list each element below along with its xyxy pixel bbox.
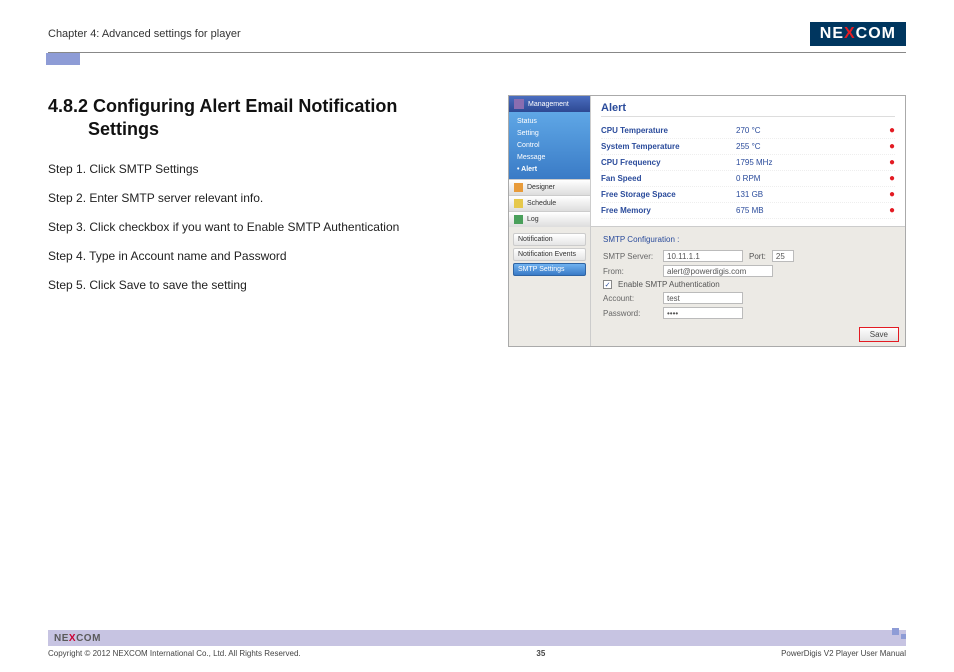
decor-square-small [901,634,906,639]
smtp-auth-checkbox[interactable]: ✓ [603,280,612,289]
sidebar-item-message[interactable]: Message [517,152,582,164]
designer-label: Designer [527,184,555,191]
embedded-screenshot: Management Status Setting Control Messag… [508,95,906,347]
metric-name: CPU Frequency [601,158,736,167]
step-4: Step 4. Type in Account name and Passwor… [48,249,448,263]
metric-val: 0 RPM [736,174,796,183]
section-heading-line2: Settings [48,118,448,141]
step-1: Step 1. Click SMTP Settings [48,162,448,176]
logo-text-x: X [844,25,856,43]
header-accent-block [46,53,80,65]
manual-name: PowerDigis V2 Player User Manual [781,649,906,658]
metric-val: 131 GB [736,190,796,199]
alert-icon[interactable]: ● [889,173,895,184]
metric-row-fan-speed: Fan Speed0 RPM ● [601,171,895,187]
metric-row-cpu-temp: CPU Temperature270 °C ● [601,123,895,139]
smtp-auth-label: Enable SMTP Authentication [618,280,720,289]
footer-logo-x: X [69,633,76,644]
log-icon [514,215,523,224]
metric-val: 255 °C [736,142,796,151]
page-number: 35 [536,649,545,658]
save-button[interactable]: Save [859,327,899,342]
metric-name: CPU Temperature [601,126,736,135]
metric-val: 675 MB [736,206,796,215]
metric-row-sys-temp: System Temperature255 °C ● [601,139,895,155]
sidebar-schedule-button[interactable]: Schedule [509,195,590,211]
sidebar-item-status[interactable]: Status [517,116,582,128]
smtp-password-input[interactable]: •••• [663,307,743,319]
metric-row-cpu-freq: CPU Frequency1795 MHz ● [601,155,895,171]
alert-icon[interactable]: ● [889,157,895,168]
chapter-title: Chapter 4: Advanced settings for player [48,28,241,40]
metric-val: 1795 MHz [736,158,796,167]
sidebar-item-alert[interactable]: • Alert [517,164,582,176]
alert-icon[interactable]: ● [889,125,895,136]
footer-band: NEXCOM [48,630,906,646]
brand-logo: NEXCOM [810,22,906,46]
tab-smtp-settings[interactable]: SMTP Settings [513,263,586,276]
smtp-server-input[interactable]: 10.11.1.1 [663,250,743,262]
metric-name: Free Memory [601,206,736,215]
smtp-password-label: Password: [603,309,657,318]
tab-notification[interactable]: Notification [513,233,586,246]
smtp-from-label: From: [603,267,657,276]
metric-val: 270 °C [736,126,796,135]
header-divider [48,52,906,53]
section-heading-line1: 4.8.2 Configuring Alert Email Notificati… [48,96,397,116]
metric-name: Free Storage Space [601,190,736,199]
metric-name: System Temperature [601,142,736,151]
footer-decor [892,628,906,639]
metric-row-memory: Free Memory675 MB ● [601,203,895,219]
decor-square [892,628,899,635]
step-2: Step 2. Enter SMTP server relevant info. [48,191,448,205]
tab-notification-events[interactable]: Notification Events [513,248,586,261]
footer-logo: NEXCOM [54,633,101,644]
alert-icon[interactable]: ● [889,205,895,216]
sidebar-log-button[interactable]: Log [509,211,590,227]
smtp-account-input[interactable]: test [663,292,743,304]
alert-icon[interactable]: ● [889,189,895,200]
smtp-server-label: SMTP Server: [603,252,657,261]
section-heading: 4.8.2 Configuring Alert Email Notificati… [48,95,448,140]
logo-text-pre: NE [820,25,844,43]
smtp-port-input[interactable]: 25 [772,250,794,262]
sidebar-management-header[interactable]: Management [509,96,590,112]
smtp-account-label: Account: [603,294,657,303]
footer-logo-post: COM [76,633,101,644]
alert-panel-title: Alert [601,102,895,117]
logo-text-post: COM [856,25,896,43]
smtp-port-label: Port: [749,252,766,261]
schedule-label: Schedule [527,200,556,207]
smtp-from-input[interactable]: alert@powerdigis.com [663,265,773,277]
management-icon [514,99,524,109]
log-label: Log [527,216,539,223]
sidebar-item-setting[interactable]: Setting [517,128,582,140]
step-5: Step 5. Click Save to save the setting [48,278,448,292]
step-3: Step 3. Click checkbox if you want to En… [48,220,448,234]
designer-icon [514,183,523,192]
copyright-text: Copyright © 2012 NEXCOM International Co… [48,649,301,658]
sidebar-designer-button[interactable]: Designer [509,179,590,195]
metric-name: Fan Speed [601,174,736,183]
alert-icon[interactable]: ● [889,141,895,152]
footer-logo-pre: NE [54,633,69,644]
sidebar-item-control[interactable]: Control [517,140,582,152]
metric-row-storage: Free Storage Space131 GB ● [601,187,895,203]
schedule-icon [514,199,523,208]
smtp-config-title: SMTP Configuration : [603,235,893,244]
management-label: Management [528,101,569,108]
